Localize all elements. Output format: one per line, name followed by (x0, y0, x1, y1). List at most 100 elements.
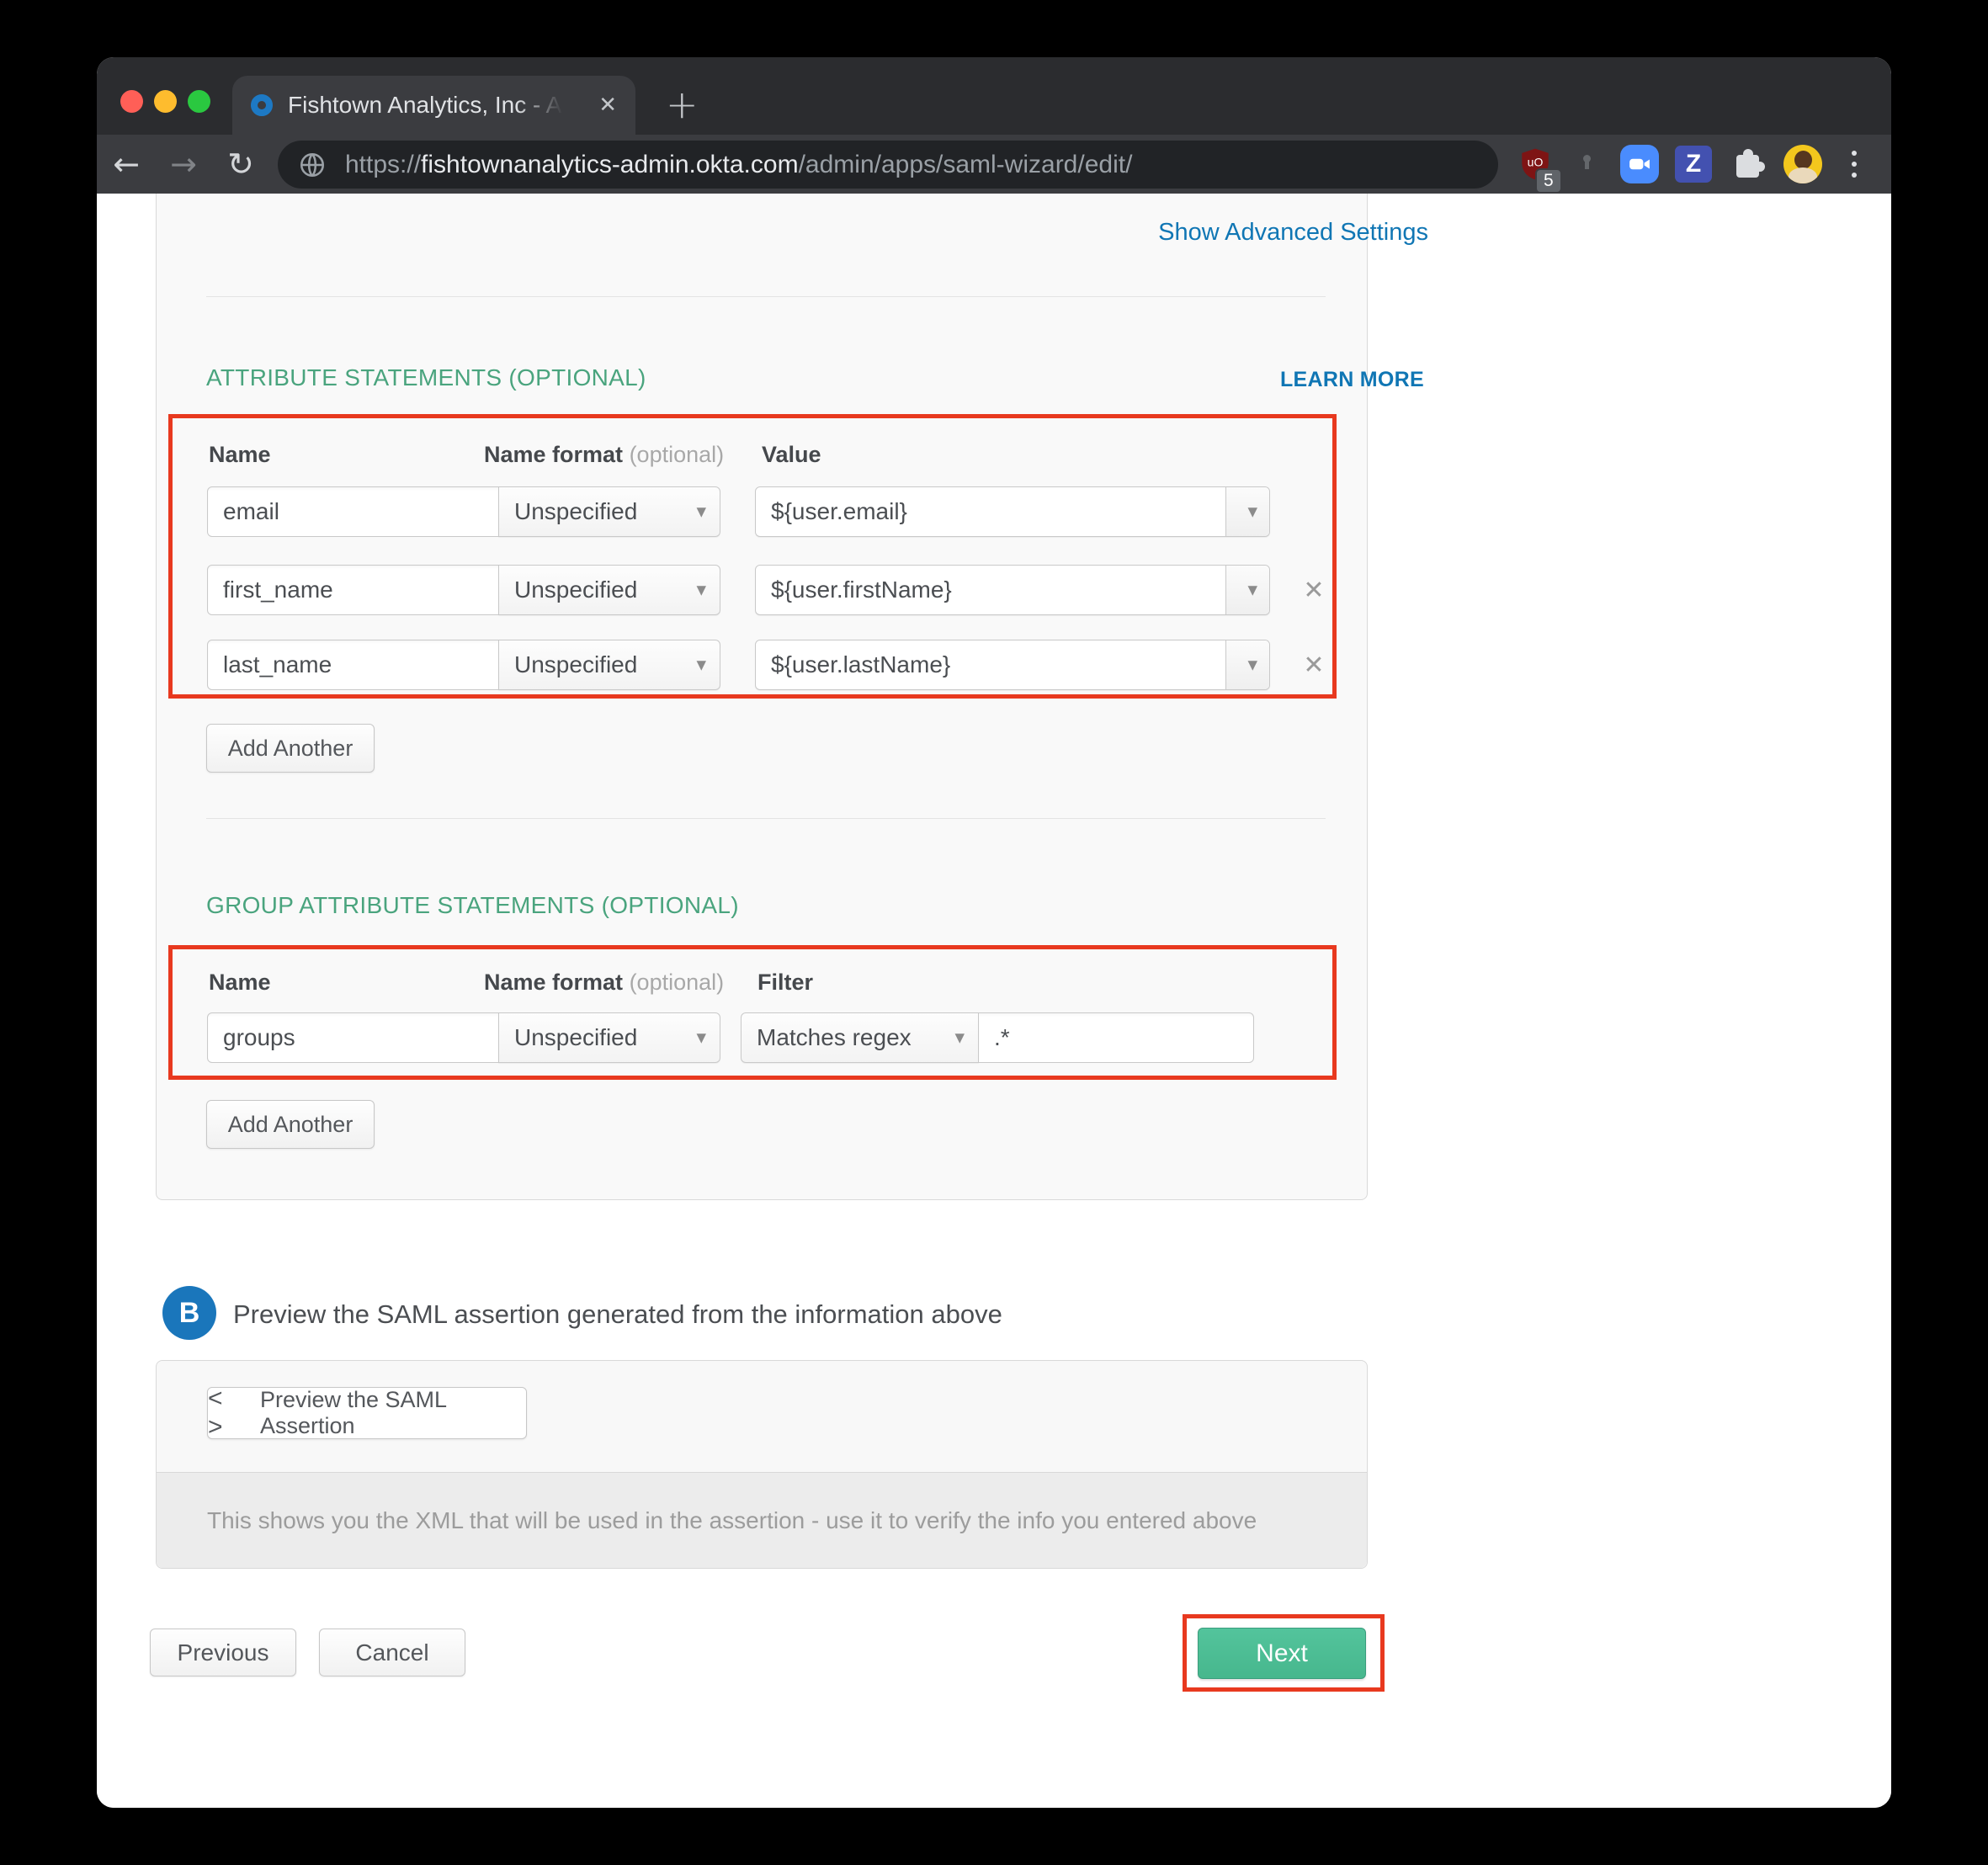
chevron-down-icon: ▾ (1247, 654, 1257, 676)
name-format-select[interactable]: Unspecified ▾ (498, 565, 720, 615)
column-header-value: Value (762, 442, 821, 468)
next-button[interactable]: Next (1198, 1628, 1366, 1679)
add-another-button[interactable]: Add Another (206, 724, 375, 773)
url-scheme: https:// (345, 151, 421, 178)
remove-row-icon[interactable]: ✕ (1295, 640, 1332, 690)
attribute-name-input[interactable] (207, 565, 499, 615)
profile-avatar[interactable] (1783, 145, 1822, 183)
reload-icon[interactable]: ↻ (217, 135, 264, 194)
preview-footer-note: This shows you the XML that will be used… (157, 1472, 1367, 1568)
preview-saml-assertion-button[interactable]: < > Preview the SAML Assertion (207, 1387, 527, 1439)
onepassword-extension-icon[interactable] (1570, 135, 1607, 194)
chevron-down-icon: ▾ (954, 1027, 965, 1049)
cancel-button[interactable]: Cancel (319, 1629, 465, 1676)
avatar-body (1789, 167, 1817, 183)
attribute-row: Unspecified ▾ ▾ ✕ (97, 640, 1891, 690)
traffic-lights (120, 90, 210, 113)
name-format-value: Unspecified (514, 577, 637, 603)
back-icon[interactable]: ← (103, 135, 150, 194)
name-format-select[interactable]: Unspecified ▾ (498, 640, 720, 690)
address-bar[interactable]: https://fishtownanalytics-admin.okta.com… (278, 141, 1498, 189)
name-format-label: Name format (484, 442, 623, 467)
camera-icon (1627, 151, 1652, 177)
divider (206, 296, 1326, 297)
url-text: https://fishtownanalytics-admin.okta.com… (345, 151, 1132, 179)
column-header-name-format: Name format (optional) (484, 970, 724, 996)
optional-label: (optional) (630, 442, 725, 467)
tab-close-icon[interactable]: ✕ (598, 93, 617, 118)
globe-icon (298, 151, 327, 179)
page-viewport: Show Advanced Settings ATTRIBUTE STATEME… (97, 194, 1891, 1808)
puzzle-body (1736, 155, 1759, 178)
show-advanced-settings-link[interactable]: Show Advanced Settings (1158, 219, 1428, 247)
attribute-row: Unspecified ▾ ▾ (97, 486, 1891, 537)
zoom-extension-icon[interactable] (1620, 145, 1659, 183)
avatar-head (1794, 151, 1812, 169)
extensions-puzzle-icon[interactable] (1734, 147, 1767, 181)
okta-favicon-icon (251, 94, 273, 116)
chevron-down-icon: ▾ (696, 654, 706, 676)
name-format-select[interactable]: Unspecified ▾ (498, 486, 720, 537)
name-format-value: Unspecified (514, 651, 637, 678)
learn-more-link[interactable]: LEARN MORE (1280, 368, 1424, 392)
value-dropdown-button[interactable]: ▾ (1225, 487, 1269, 536)
url-path: /admin/apps/saml-wizard/edit/ (799, 151, 1133, 178)
attribute-name-input[interactable] (207, 640, 499, 690)
forward-icon[interactable]: → (160, 135, 207, 194)
previous-button[interactable]: Previous (150, 1629, 296, 1676)
url-host: fishtownanalytics-admin.okta.com (421, 151, 799, 178)
filter-type-value: Matches regex (757, 1024, 912, 1051)
remove-row-icon[interactable]: ✕ (1295, 565, 1332, 615)
tab-title: Fishtown Analytics, Inc - Applic (288, 92, 566, 119)
name-format-value: Unspecified (514, 498, 637, 525)
ublock-badge: 5 (1535, 168, 1562, 194)
name-format-value: Unspecified (514, 1024, 637, 1051)
keyhole-icon (1572, 148, 1604, 180)
preview-button-label: Preview the SAML Assertion (260, 1387, 526, 1439)
ublock-label: uO (1528, 156, 1544, 169)
chevron-down-icon: ▾ (696, 1027, 706, 1049)
column-header-name: Name (209, 970, 271, 996)
attribute-value-input[interactable] (756, 487, 1225, 536)
preview-heading: Preview the SAML assertion generated fro… (233, 1299, 1002, 1330)
chrome-menu-icon[interactable] (1837, 135, 1871, 194)
new-tab-button[interactable]: + (666, 79, 699, 130)
browser-toolbar: ← → ↻ https://fishtownanalytics-admin.ok… (97, 135, 1891, 194)
attribute-name-input[interactable] (207, 486, 499, 537)
attribute-value-input[interactable] (756, 640, 1225, 689)
value-dropdown-button[interactable]: ▾ (1225, 640, 1269, 689)
minimize-window-button[interactable] (154, 90, 177, 113)
chevron-down-icon: ▾ (696, 501, 706, 523)
code-brackets-icon: < > (208, 1384, 247, 1442)
step-b-badge: B (162, 1286, 216, 1340)
column-header-name: Name (209, 442, 271, 468)
column-header-filter: Filter (757, 970, 813, 996)
filter-type-select[interactable]: Matches regex ▾ (741, 1012, 979, 1063)
group-attribute-row: Unspecified ▾ Matches regex ▾ (97, 1012, 1891, 1063)
divider (206, 818, 1326, 819)
group-attribute-statements-title: GROUP ATTRIBUTE STATEMENTS (OPTIONAL) (206, 892, 739, 919)
browser-tab[interactable]: Fishtown Analytics, Inc - Applic ✕ (232, 76, 635, 135)
ublock-extension-icon[interactable]: uO 5 (1517, 135, 1554, 194)
add-another-button[interactable]: Add Another (206, 1100, 375, 1149)
chevron-down-icon: ▾ (696, 579, 706, 601)
attribute-row: Unspecified ▾ ▾ ✕ (97, 565, 1891, 615)
attribute-value-input[interactable] (756, 566, 1225, 614)
group-name-input[interactable] (207, 1012, 499, 1063)
fullscreen-window-button[interactable] (188, 90, 210, 113)
name-format-select[interactable]: Unspecified ▾ (498, 1012, 720, 1063)
browser-window: Fishtown Analytics, Inc - Applic ✕ + ← →… (97, 57, 1891, 1808)
column-header-name-format: Name format (optional) (484, 442, 724, 468)
optional-label: (optional) (630, 970, 725, 995)
filter-value-input[interactable] (978, 1012, 1254, 1063)
attribute-value-combo: ▾ (755, 565, 1270, 615)
attribute-value-combo: ▾ (755, 486, 1270, 537)
value-dropdown-button[interactable]: ▾ (1225, 566, 1269, 614)
preview-panel: < > Preview the SAML Assertion This show… (156, 1360, 1368, 1569)
chevron-down-icon: ▾ (1247, 501, 1257, 523)
tab-strip: Fishtown Analytics, Inc - Applic ✕ + (97, 57, 1891, 135)
close-window-button[interactable] (120, 90, 143, 113)
z-extension-icon[interactable]: Z (1675, 146, 1712, 183)
attribute-statements-title: ATTRIBUTE STATEMENTS (OPTIONAL) (206, 364, 646, 391)
name-format-label: Name format (484, 970, 623, 995)
